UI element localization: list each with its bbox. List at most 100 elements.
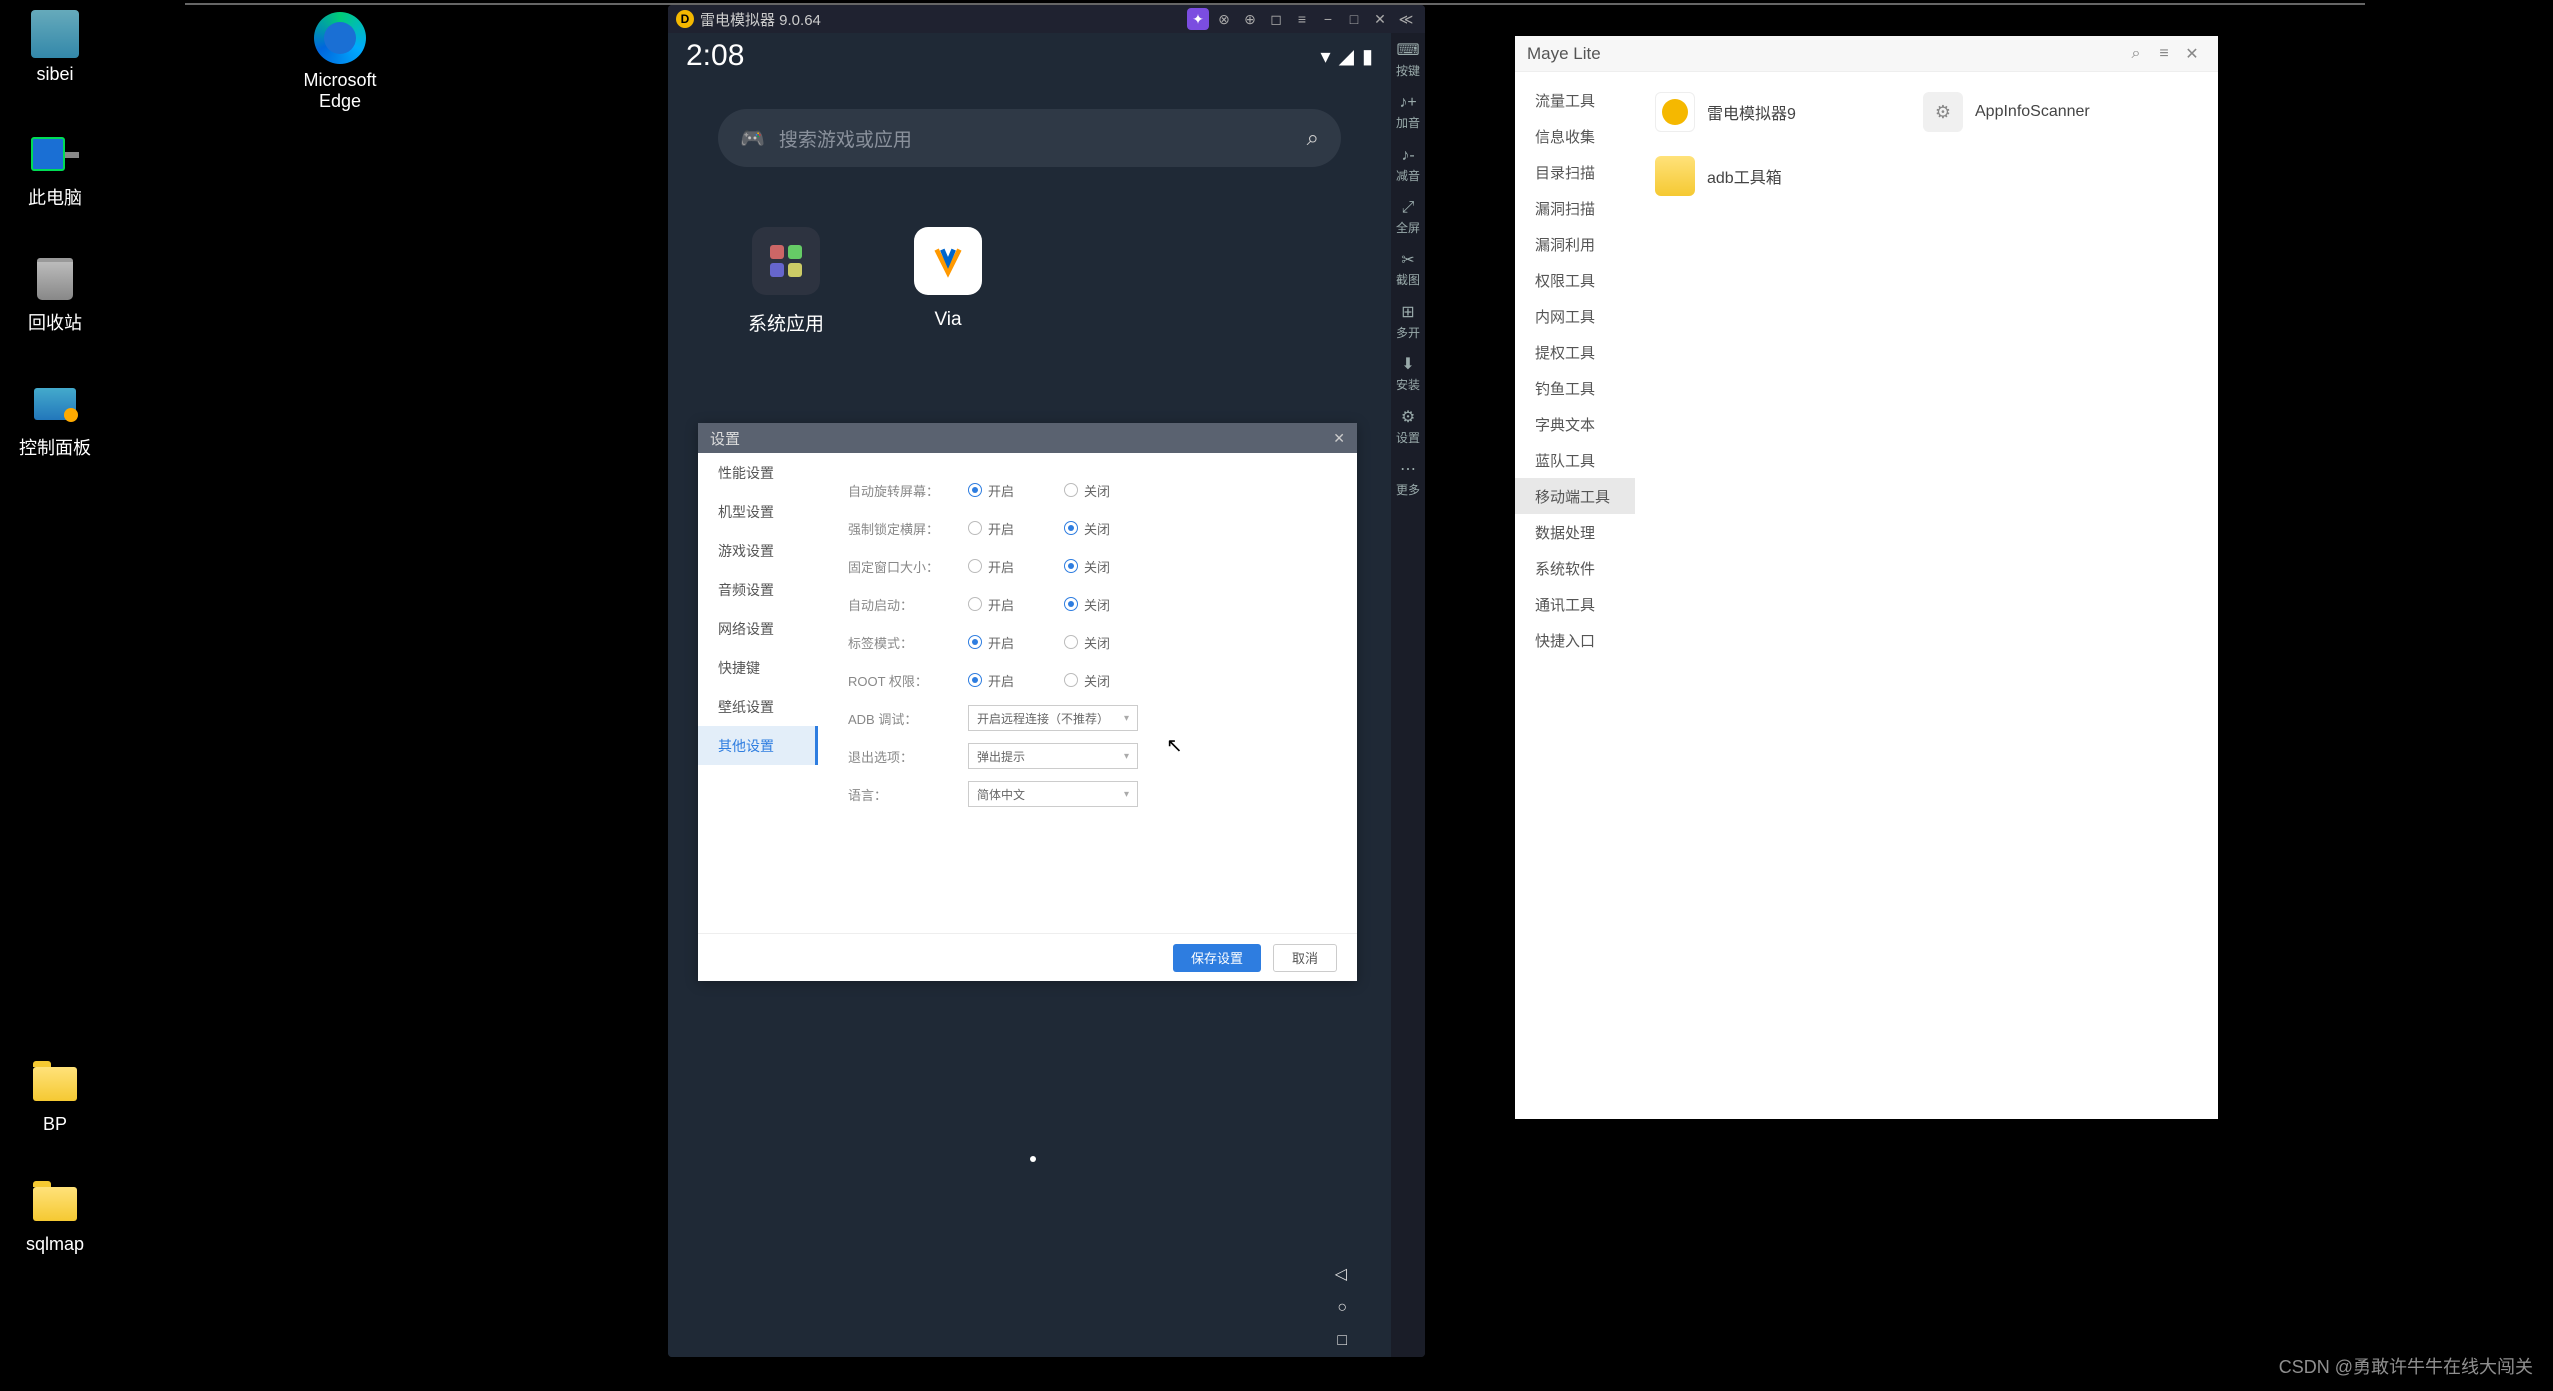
nav-recents-button[interactable]: □ (1337, 1332, 1347, 1350)
desktop-icon-sqlmap[interactable]: sqlmap (10, 1180, 100, 1255)
settings-nav-item[interactable]: 快捷键 (698, 648, 818, 687)
app-system-apps[interactable]: 系统应用 (748, 227, 824, 336)
settings-nav-item[interactable]: 性能设置 (698, 453, 818, 492)
gamepad-icon: 🎮 (740, 126, 765, 151)
maye-nav-item[interactable]: 目录扫描 (1515, 154, 1635, 190)
radio-off[interactable]: 关闭 (1064, 633, 1110, 652)
desktop-icon-recycle[interactable]: 回收站 (10, 255, 100, 335)
app-icon (1655, 156, 1695, 196)
maye-nav-item[interactable]: 漏洞扫描 (1515, 190, 1635, 226)
settings-nav-item[interactable]: 机型设置 (698, 492, 818, 531)
maye-nav-item[interactable]: 系统软件 (1515, 550, 1635, 586)
settings-titlebar[interactable]: 设置 ✕ (698, 423, 1357, 453)
side-tool-安装[interactable]: ⬇安装 (1396, 355, 1420, 393)
settings-row: 自动旋转屏幕：开启关闭 (848, 471, 1327, 509)
maye-nav-item[interactable]: 提权工具 (1515, 334, 1635, 370)
maye-nav-item[interactable]: 信息收集 (1515, 118, 1635, 154)
side-tool-按键[interactable]: ⌨按键 (1396, 41, 1420, 79)
side-tool-多开[interactable]: ⊞多开 (1396, 303, 1420, 341)
maye-nav-item[interactable]: 通讯工具 (1515, 586, 1635, 622)
dropdown[interactable]: 简体中文▾ (968, 781, 1138, 807)
app-via[interactable]: Via (914, 227, 982, 336)
close-icon[interactable]: ✕ (1333, 430, 1345, 447)
titlebar-button[interactable]: ⊕ (1239, 8, 1261, 30)
maye-item[interactable]: 雷电模拟器9 (1647, 84, 1907, 140)
radio-on[interactable]: 开启 (968, 557, 1014, 576)
settings-nav-item[interactable]: 壁纸设置 (698, 687, 818, 726)
maye-nav-item[interactable]: 快捷入口 (1515, 622, 1635, 658)
search-icon: ⌕ (1307, 125, 1319, 151)
desktop-icon-edge[interactable]: Microsoft Edge (280, 12, 400, 112)
close-icon[interactable]: ✕ (2178, 40, 2206, 68)
settings-main: 自动旋转屏幕：开启关闭强制锁定横屏：开启关闭固定窗口大小：开启关闭自动启动：开启… (818, 453, 1357, 933)
desktop-icon-sibei[interactable]: sibei (10, 10, 100, 85)
nav-home-button[interactable]: ○ (1337, 1299, 1347, 1317)
titlebar-close-button[interactable]: ✕ (1369, 8, 1391, 30)
maye-nav: 流量工具信息收集目录扫描漏洞扫描漏洞利用权限工具内网工具提权工具钓鱼工具字典文本… (1515, 72, 1635, 1119)
emulator-logo-icon: D (676, 10, 694, 28)
settings-row: ROOT 权限：开启关闭 (848, 661, 1327, 699)
side-tool-截图[interactable]: ✂截图 (1396, 251, 1420, 289)
settings-nav-item[interactable]: 其他设置 (698, 726, 818, 765)
radio-off[interactable]: 关闭 (1064, 557, 1110, 576)
titlebar-collapse-button[interactable]: ≪ (1395, 8, 1417, 30)
cancel-button[interactable]: 取消 (1273, 944, 1337, 972)
radio-on[interactable]: 开启 (968, 519, 1014, 538)
maye-nav-item[interactable]: 蓝队工具 (1515, 442, 1635, 478)
radio-on[interactable]: 开启 (968, 671, 1014, 690)
settings-row: 标签模式：开启关闭 (848, 623, 1327, 661)
side-tool-减音[interactable]: ♪-减音 (1396, 146, 1420, 184)
titlebar-minimize-button[interactable]: − (1317, 8, 1339, 30)
settings-nav-item[interactable]: 游戏设置 (698, 531, 818, 570)
battery-icon: ▮ (1362, 44, 1373, 69)
radio-off[interactable]: 关闭 (1064, 481, 1110, 500)
titlebar-extra-button[interactable]: ✦ (1187, 8, 1209, 30)
maye-nav-item[interactable]: 移动端工具 (1515, 478, 1635, 514)
emulator-titlebar[interactable]: D 雷电模拟器 9.0.64 ✦ ⊗ ⊕ ◻ ≡ − □ ✕ ≪ (668, 5, 1425, 33)
titlebar-button[interactable]: ⊗ (1213, 8, 1235, 30)
maye-item[interactable]: adb工具箱 (1647, 148, 1907, 204)
radio-on[interactable]: 开启 (968, 481, 1014, 500)
radio-on[interactable]: 开启 (968, 633, 1014, 652)
signal-icon: ◢ (1339, 44, 1354, 69)
radio-off[interactable]: 关闭 (1064, 671, 1110, 690)
desktop-label: Microsoft Edge (280, 70, 400, 112)
search-icon[interactable]: ⌕ (2122, 40, 2150, 68)
desktop-label: 此电脑 (28, 184, 82, 210)
settings-row: 退出选项：弹出提示▾ (848, 737, 1327, 775)
titlebar-button[interactable]: ◻ (1265, 8, 1287, 30)
side-tool-设置[interactable]: ⚙设置 (1396, 408, 1420, 446)
dropdown[interactable]: 开启远程连接（不推荐）▾ (968, 705, 1138, 731)
maye-titlebar[interactable]: Maye Lite ⌕ ≡ ✕ (1515, 36, 2218, 72)
radio-off[interactable]: 关闭 (1064, 519, 1110, 538)
wifi-icon: ▾ (1321, 44, 1331, 69)
save-button[interactable]: 保存设置 (1173, 944, 1261, 972)
page-indicator (1030, 1156, 1036, 1162)
settings-nav-item[interactable]: 网络设置 (698, 609, 818, 648)
desktop-icon-this-pc[interactable]: 此电脑 (10, 130, 100, 210)
nav-back-button[interactable]: ◁ (1335, 1264, 1347, 1284)
titlebar-maximize-button[interactable]: □ (1343, 8, 1365, 30)
maye-nav-item[interactable]: 字典文本 (1515, 406, 1635, 442)
maye-nav-item[interactable]: 数据处理 (1515, 514, 1635, 550)
side-tool-全屏[interactable]: ⤢全屏 (1396, 198, 1420, 236)
desktop-icon-bp[interactable]: BP (10, 1060, 100, 1135)
maye-nav-item[interactable]: 流量工具 (1515, 82, 1635, 118)
side-tool-更多[interactable]: ⋯更多 (1396, 460, 1420, 498)
search-box[interactable]: 🎮 搜索游戏或应用 ⌕ (718, 109, 1341, 167)
settings-nav-item[interactable]: 音频设置 (698, 570, 818, 609)
maye-nav-item[interactable]: 权限工具 (1515, 262, 1635, 298)
maye-nav-item[interactable]: 钓鱼工具 (1515, 370, 1635, 406)
maye-nav-item[interactable]: 漏洞利用 (1515, 226, 1635, 262)
titlebar-menu-button[interactable]: ≡ (1291, 8, 1313, 30)
settings-row: ADB 调试：开启远程连接（不推荐）▾ (848, 699, 1327, 737)
maye-item[interactable]: ⚙AppInfoScanner (1915, 84, 2175, 140)
menu-icon[interactable]: ≡ (2150, 40, 2178, 68)
side-tool-加音[interactable]: ♪+加音 (1396, 93, 1420, 131)
radio-off[interactable]: 关闭 (1064, 595, 1110, 614)
desktop-icon-control-panel[interactable]: 控制面板 (10, 380, 100, 460)
desktop-label: 控制面板 (19, 434, 91, 460)
dropdown[interactable]: 弹出提示▾ (968, 743, 1138, 769)
maye-nav-item[interactable]: 内网工具 (1515, 298, 1635, 334)
radio-on[interactable]: 开启 (968, 595, 1014, 614)
